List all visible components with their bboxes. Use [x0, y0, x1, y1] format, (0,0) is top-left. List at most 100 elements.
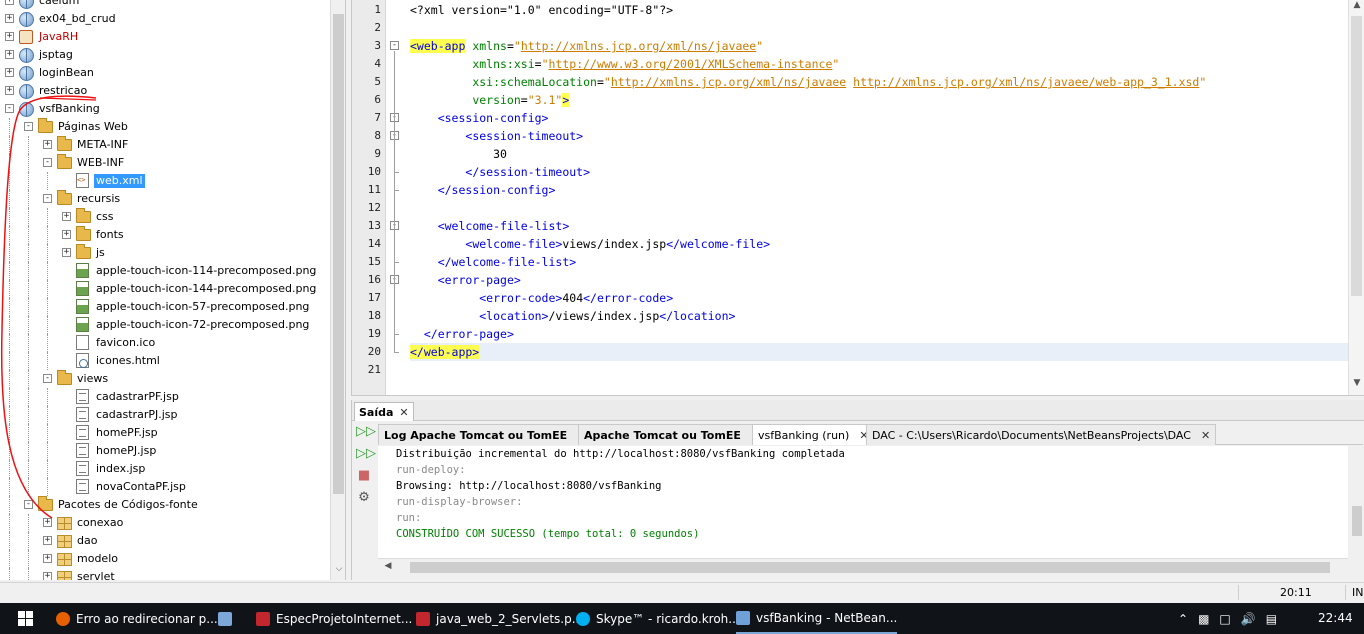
code-line[interactable]: <welcome-file-list> [410, 217, 1350, 235]
tree-item[interactable]: - recursis [0, 190, 330, 208]
expand-icon[interactable]: + [5, 50, 14, 59]
code-line[interactable]: xmlns:xsi="http://www.w3.org/2001/XMLSch… [410, 55, 1350, 73]
fold-toggle-icon[interactable]: - [390, 41, 399, 50]
stop-icon[interactable]: ■ [356, 468, 372, 484]
tree-item[interactable]: homePF.jsp [0, 424, 330, 442]
tree-item[interactable]: apple-touch-icon-57-precomposed.png [0, 298, 330, 316]
taskbar-item[interactable] [218, 603, 232, 634]
collapse-icon[interactable]: - [5, 104, 14, 113]
windows-start-icon[interactable] [18, 611, 34, 627]
tree-item[interactable]: + ex04_bd_crud [0, 10, 330, 28]
tree-item[interactable]: + jsptag [0, 46, 330, 64]
collapse-icon[interactable]: - [43, 194, 52, 203]
tree-item[interactable]: novaContaPF.jsp [0, 478, 330, 496]
expand-icon[interactable]: + [5, 32, 14, 41]
tree-item[interactable]: cadastrarPF.jsp [0, 388, 330, 406]
output-horizontal-scrollbar[interactable]: ◀ [378, 558, 1348, 575]
tree-vertical-scrollbar[interactable]: ⌵ [330, 0, 345, 580]
tree-item[interactable]: + conexao [0, 514, 330, 532]
expand-icon[interactable]: + [5, 68, 14, 77]
code-line[interactable]: </error-page> [410, 325, 1350, 343]
expand-icon[interactable]: + [43, 536, 52, 545]
editor-vertical-scrollbar[interactable]: ▲ ▼ [1348, 0, 1364, 395]
taskbar-item[interactable]: java_web_2_Servlets.p... [416, 603, 583, 634]
expand-icon[interactable]: + [5, 14, 14, 23]
output-tab[interactable]: Log Apache Tomcat ou TomEE✕ [378, 424, 593, 445]
settings-icon[interactable]: ⚙ [356, 490, 372, 506]
editor-scroll-thumb[interactable] [1351, 16, 1362, 296]
code-line[interactable]: xsi:schemaLocation="http://xmlns.jcp.org… [410, 73, 1350, 91]
taskbar-item[interactable]: Skype™ - ricardo.kroh... [576, 603, 740, 634]
taskbar-clock[interactable]: 22:44 [1318, 611, 1353, 625]
expand-icon[interactable]: + [62, 212, 71, 221]
code-line[interactable]: <?xml version="1.0" encoding="UTF-8"?> [410, 1, 1350, 19]
expand-icon[interactable]: + [62, 230, 71, 239]
chevron-up-icon[interactable]: ⌃ [1178, 612, 1188, 626]
tree-item[interactable]: cadastrarPJ.jsp [0, 406, 330, 424]
network-icon[interactable]: □ [1219, 612, 1230, 626]
tree-item[interactable]: + fonts [0, 226, 330, 244]
output-tab[interactable]: Apache Tomcat ou TomEE✕ [578, 424, 767, 445]
code-line[interactable]: <error-code>404</error-code> [410, 289, 1350, 307]
code-line[interactable]: 30 [410, 145, 1350, 163]
tree-item[interactable]: apple-touch-icon-144-precomposed.png [0, 280, 330, 298]
output-console[interactable]: Distribuição incremental do http://local… [378, 446, 1348, 558]
notifications-icon[interactable]: ▤ [1266, 612, 1277, 626]
code-line[interactable] [410, 361, 1350, 379]
tree-item[interactable]: + restricao [0, 82, 330, 100]
code-line[interactable]: <error-page> [410, 271, 1350, 289]
tree-item[interactable]: + META-INF [0, 136, 330, 154]
code-line[interactable]: <session-timeout> [410, 127, 1350, 145]
rerun-different-icon[interactable]: ▷▷ [356, 446, 376, 462]
tree-item[interactable]: icones.html [0, 352, 330, 370]
code-editor[interactable]: 1 2 3 4 5 6 7 8 9 10 11 12 13 14 15 16 17 18 19 20 21 <?xml … [351, 0, 1364, 396]
expand-icon[interactable]: + [5, 86, 14, 95]
code-line[interactable]: version="3.1"> [410, 91, 1350, 109]
tree-item[interactable]: - views [0, 370, 330, 388]
chevron-down-icon[interactable]: ⌵ [331, 564, 345, 574]
tree-item[interactable]: + caelum [0, 0, 330, 10]
volume-icon[interactable]: 🔊 [1241, 612, 1256, 626]
code-line[interactable] [410, 199, 1350, 217]
tree-item[interactable]: web.xml [0, 172, 330, 190]
code-line[interactable]: <location>/views/index.jsp</location> [410, 307, 1350, 325]
tree-item[interactable]: + loginBean [0, 64, 330, 82]
expand-icon[interactable]: + [43, 554, 52, 563]
tree-item[interactable]: apple-touch-icon-114-precomposed.png [0, 262, 330, 280]
tree-item[interactable]: + JavaRH [0, 28, 330, 46]
expand-icon[interactable]: + [5, 0, 14, 5]
close-icon[interactable]: ✕ [1201, 429, 1210, 442]
chevron-down-icon[interactable]: ▼ [1349, 378, 1364, 388]
collapse-icon[interactable]: - [24, 122, 33, 131]
code-line[interactable] [410, 19, 1350, 37]
collapse-icon[interactable]: - [43, 158, 52, 167]
chevron-left-icon[interactable]: ◀ [380, 561, 396, 571]
tree-item[interactable]: + js [0, 244, 330, 262]
chevron-up-icon[interactable]: ▲ [1349, 0, 1364, 10]
expand-icon[interactable]: + [62, 248, 71, 257]
output-hscroll-thumb[interactable] [410, 562, 1330, 573]
taskbar-item[interactable]: vsfBanking - NetBean... [736, 603, 898, 634]
tree-item[interactable]: + dao [0, 532, 330, 550]
tree-item[interactable]: index.jsp [0, 460, 330, 478]
rerun-icon[interactable]: ▷▷ [356, 424, 376, 440]
tree-item[interactable]: - Páginas Web [0, 118, 330, 136]
tree-item[interactable]: homePJ.jsp [0, 442, 330, 460]
code-line[interactable]: </session-config> [410, 181, 1350, 199]
output-scroll-thumb[interactable] [1352, 506, 1362, 536]
tree-item[interactable]: + servlet [0, 568, 330, 580]
output-tab[interactable]: DAC - C:\Users\Ricardo\Documents\NetBean… [866, 424, 1217, 445]
code-line[interactable]: </welcome-file-list> [410, 253, 1350, 271]
output-vertical-scrollbar[interactable] [1350, 446, 1364, 558]
taskbar-item[interactable]: Erro ao redirecionar p... [56, 603, 218, 634]
tree-item[interactable]: favicon.ico [0, 334, 330, 352]
expand-icon[interactable]: + [43, 518, 52, 527]
tree-item[interactable]: - WEB-INF [0, 154, 330, 172]
tree-item[interactable]: - vsfBanking [0, 100, 330, 118]
code-line[interactable]: </web-app> [410, 343, 1350, 361]
expand-icon[interactable]: + [43, 140, 52, 149]
expand-icon[interactable]: + [43, 572, 52, 580]
output-window-tab[interactable]: Saída ✕ [354, 402, 414, 421]
output-tab[interactable]: vsfBanking (run) ✕ [752, 424, 875, 445]
tree-item[interactable]: - Pacotes de Códigos-fonte [0, 496, 330, 514]
